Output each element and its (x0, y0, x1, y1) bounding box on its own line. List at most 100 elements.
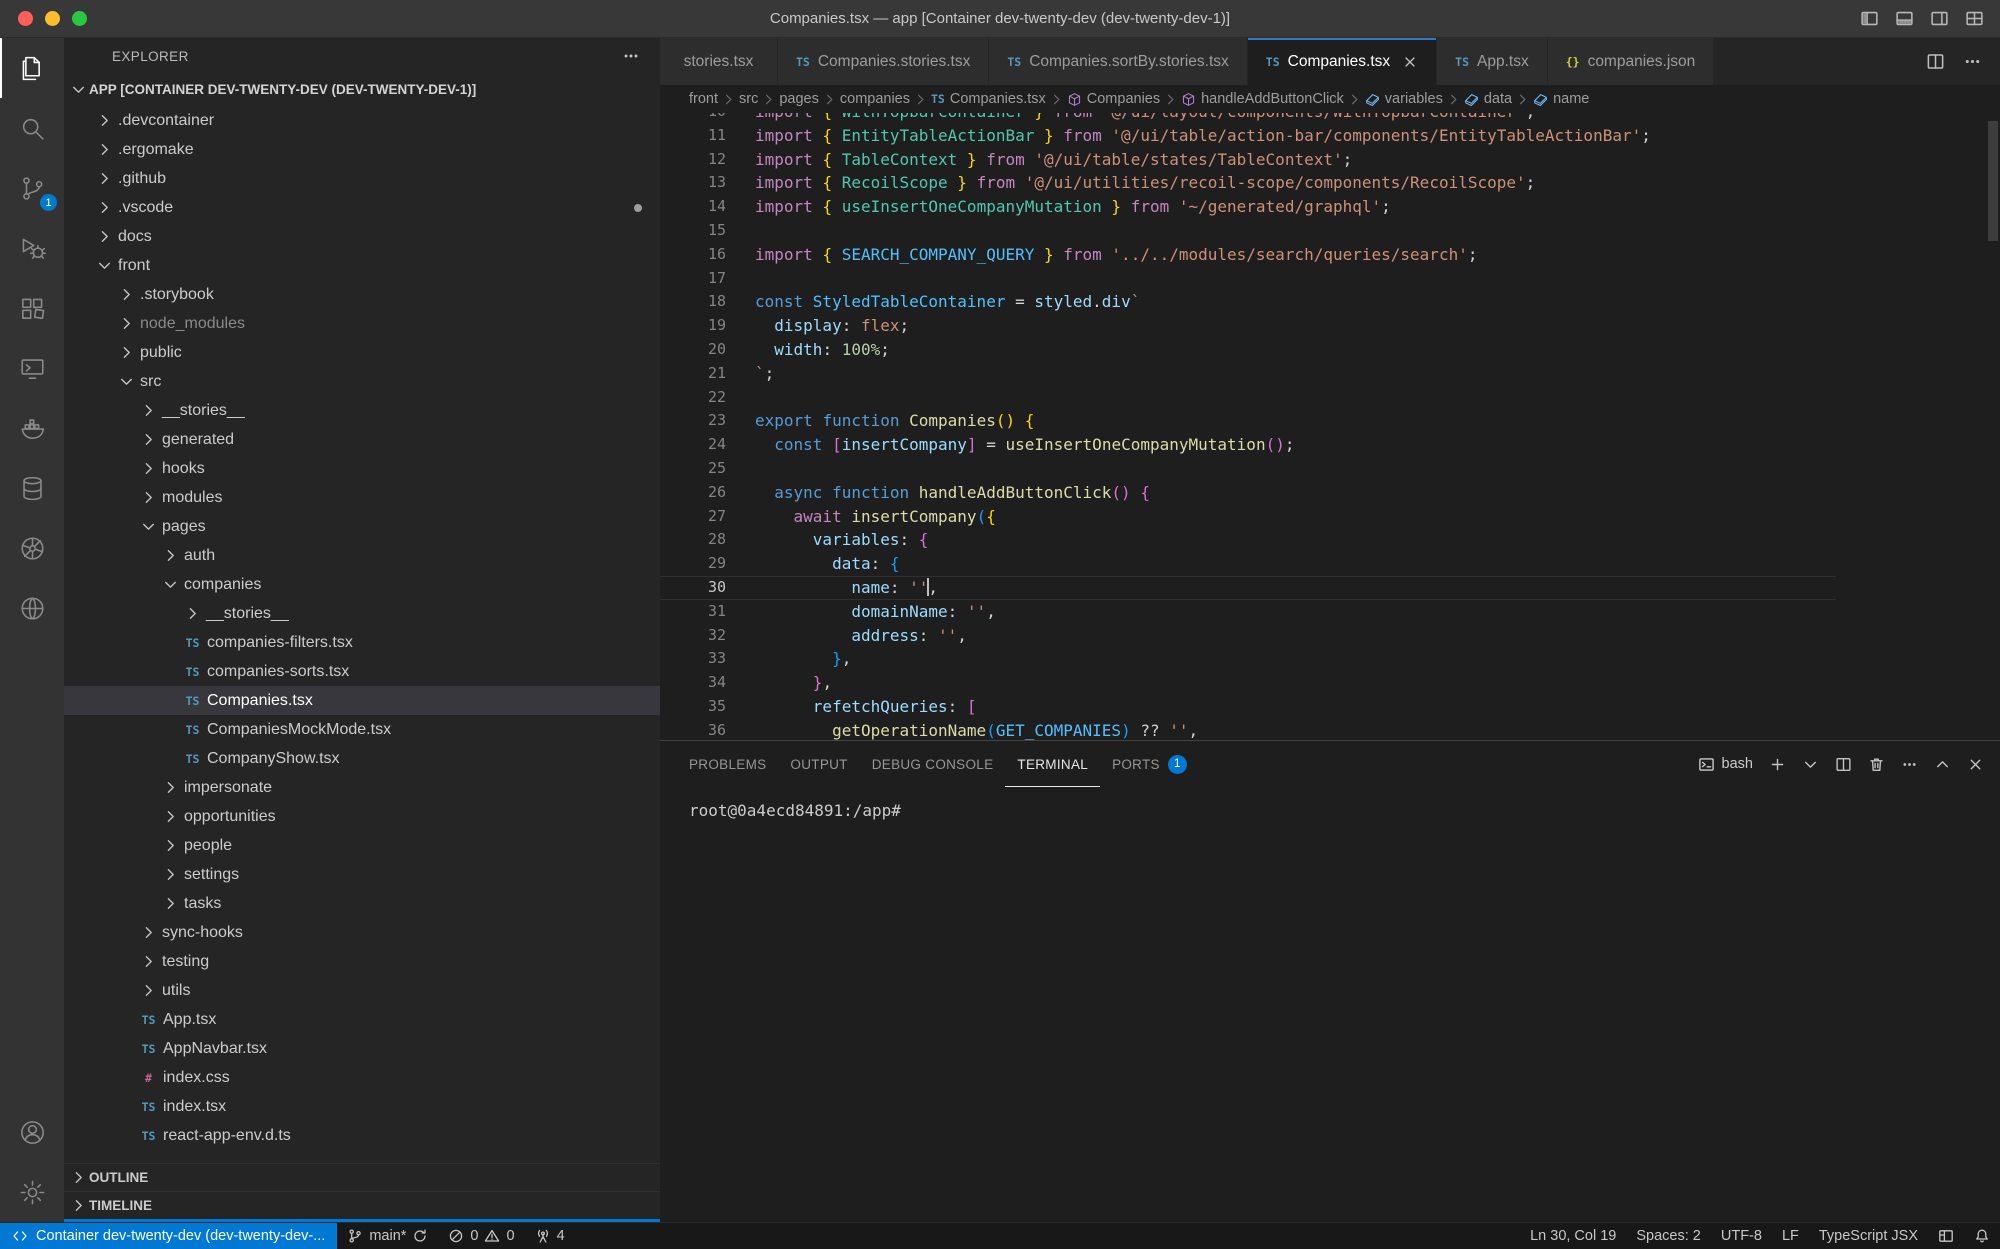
eol-status[interactable]: LF (1772, 1223, 1809, 1249)
tree-item-companies-filters.tsx[interactable]: TScompanies-filters.tsx (64, 628, 660, 657)
minimize-window-button[interactable] (45, 11, 60, 26)
breadcrumb-item-Companies[interactable]: Companies (1067, 91, 1160, 107)
layout-sidebar-right-icon[interactable] (1930, 9, 1949, 28)
panel-tab-problems[interactable]: PROBLEMS (677, 741, 778, 787)
tree-item-docs[interactable]: docs (64, 222, 660, 251)
sidebar-section-outline[interactable]: OUTLINE (64, 1163, 660, 1191)
activity-bar-item-docker[interactable] (0, 398, 64, 458)
layout-status[interactable] (1928, 1223, 1964, 1249)
code-line-33[interactable]: 33 }, (660, 647, 1836, 671)
tree-item-companies-sorts.tsx[interactable]: TScompanies-sorts.tsx (64, 657, 660, 686)
indentation-status[interactable]: Spaces: 2 (1626, 1223, 1711, 1249)
line-number[interactable]: 28 (660, 528, 755, 552)
tree-item-impersonate[interactable]: impersonate (64, 773, 660, 802)
activity-bar-item-extensions[interactable] (0, 278, 64, 338)
sidebar-section-timeline[interactable]: TIMELINE (64, 1191, 660, 1219)
close-tab-icon[interactable] (1402, 54, 1418, 70)
activity-bar-item-accounts[interactable] (0, 1102, 64, 1162)
tree-item-utils[interactable]: utils (64, 976, 660, 1005)
tree-item-.storybook[interactable]: .storybook (64, 280, 660, 309)
customize-layout-icon[interactable] (1965, 9, 1984, 28)
tree-item-__stories__[interactable]: __stories__ (64, 599, 660, 628)
activity-bar-item-settings[interactable] (0, 1162, 64, 1222)
panel-tab-terminal[interactable]: TERMINAL (1005, 741, 1100, 787)
code-line-10[interactable]: 10import { WithTopbarContainer } from '@… (660, 113, 1836, 124)
tree-item-people[interactable]: people (64, 831, 660, 860)
line-number[interactable]: 18 (660, 290, 755, 314)
line-number[interactable]: 36 (660, 719, 755, 740)
tree-item-index.tsx[interactable]: TSindex.tsx (64, 1092, 660, 1121)
tree-item-CompanyShow.tsx[interactable]: TSCompanyShow.tsx (64, 744, 660, 773)
tree-item-node_modules[interactable]: node_modules (64, 309, 660, 338)
tree-item-Companies.tsx[interactable]: TSCompanies.tsx (64, 686, 660, 715)
line-number[interactable]: 11 (660, 124, 755, 148)
code-line-18[interactable]: 18const StyledTableContainer = styled.di… (660, 290, 1836, 314)
tree-item-.ergomake[interactable]: .ergomake (64, 135, 660, 164)
layout-sidebar-icon[interactable] (1860, 9, 1879, 28)
code-line-26[interactable]: 26 async function handleAddButtonClick()… (660, 481, 1836, 505)
close-window-button[interactable] (18, 11, 33, 26)
minimap[interactable] (1836, 113, 1986, 740)
close-panel-icon[interactable] (1967, 756, 1984, 773)
breadcrumb-item-Companies.tsx[interactable]: TSCompanies.tsx (931, 91, 1046, 107)
language-status[interactable]: TypeScript JSX (1809, 1223, 1928, 1249)
activity-bar-item-explorer[interactable] (0, 38, 64, 98)
tree-item-react-app-env.d.ts[interactable]: TSreact-app-env.d.ts (64, 1121, 660, 1150)
breadcrumb-item-pages[interactable]: pages (779, 91, 819, 107)
tree-item-settings[interactable]: settings (64, 860, 660, 889)
line-number[interactable]: 20 (660, 338, 755, 362)
sidebar-resize-sash[interactable] (64, 1219, 660, 1222)
ports-status[interactable]: 4 (525, 1223, 575, 1249)
code-line-12[interactable]: 12import { TableContext } from '@/ui/tab… (660, 148, 1836, 172)
scrollbar-thumb[interactable] (1988, 121, 1998, 241)
problems-status[interactable]: 0 0 (438, 1223, 524, 1249)
code-line-35[interactable]: 35 refetchQueries: [ (660, 695, 1836, 719)
panel-tab-output[interactable]: OUTPUT (778, 741, 859, 787)
code-line-23[interactable]: 23export function Companies() { (660, 409, 1836, 433)
ellipsis-icon[interactable] (622, 47, 640, 65)
cursor-position-status[interactable]: Ln 30, Col 19 (1520, 1223, 1626, 1249)
line-number[interactable]: 30 (660, 576, 755, 600)
tree-item-auth[interactable]: auth (64, 541, 660, 570)
activity-bar-item-source-control[interactable]: 1 (0, 158, 64, 218)
tree-item-tasks[interactable]: tasks (64, 889, 660, 918)
shell-picker[interactable]: bash (1698, 756, 1753, 773)
tree-item-.github[interactable]: .github (64, 164, 660, 193)
tab-Companies.sortBy.stories.tsx[interactable]: TSCompanies.sortBy.stories.tsx (989, 38, 1247, 85)
code-line-29[interactable]: 29 data: { (660, 552, 1836, 576)
line-number[interactable]: 13 (660, 171, 755, 195)
panel-more-icon[interactable] (1901, 756, 1918, 773)
line-number[interactable]: 10 (660, 113, 755, 124)
tree-item-index.css[interactable]: #index.css (64, 1063, 660, 1092)
tab-companies.json[interactable]: {}companies.json (1548, 38, 1715, 85)
tree-item-opportunities[interactable]: opportunities (64, 802, 660, 831)
tab-Companies.tsx[interactable]: TSCompanies.tsx (1248, 38, 1437, 85)
breadcrumb-item-front[interactable]: front (689, 91, 718, 107)
line-number[interactable]: 29 (660, 552, 755, 576)
line-number[interactable]: 19 (660, 314, 755, 338)
tree-item-testing[interactable]: testing (64, 947, 660, 976)
tree-item-front[interactable]: front (64, 251, 660, 280)
tree-item-src[interactable]: src (64, 367, 660, 396)
line-number[interactable]: 21 (660, 362, 755, 386)
line-number[interactable]: 17 (660, 267, 755, 291)
branch-status[interactable]: main* (337, 1223, 438, 1249)
line-number[interactable]: 27 (660, 505, 755, 529)
code-line-15[interactable]: 15 (660, 219, 1836, 243)
tree-item-modules[interactable]: modules (64, 483, 660, 512)
split-editor-icon[interactable] (1926, 52, 1945, 71)
activity-bar-item-database[interactable] (0, 458, 64, 518)
code-line-34[interactable]: 34 }, (660, 671, 1836, 695)
code-line-27[interactable]: 27 await insertCompany({ (660, 505, 1836, 529)
encoding-status[interactable]: UTF-8 (1711, 1223, 1772, 1249)
code-line-32[interactable]: 32 address: '', (660, 624, 1836, 648)
line-number[interactable]: 35 (660, 695, 755, 719)
code-line-14[interactable]: 14import { useInsertOneCompanyMutation }… (660, 195, 1836, 219)
code-area[interactable]: 10import { WithTopbarContainer } from '@… (660, 113, 1836, 740)
code-line-20[interactable]: 20 width: 100%; (660, 338, 1836, 362)
activity-bar-item-kubernetes[interactable] (0, 518, 64, 578)
tree-item-hooks[interactable]: hooks (64, 454, 660, 483)
split-terminal-icon[interactable] (1835, 756, 1852, 773)
tree-item-AppNavbar.tsx[interactable]: TSAppNavbar.tsx (64, 1034, 660, 1063)
line-number[interactable]: 16 (660, 243, 755, 267)
